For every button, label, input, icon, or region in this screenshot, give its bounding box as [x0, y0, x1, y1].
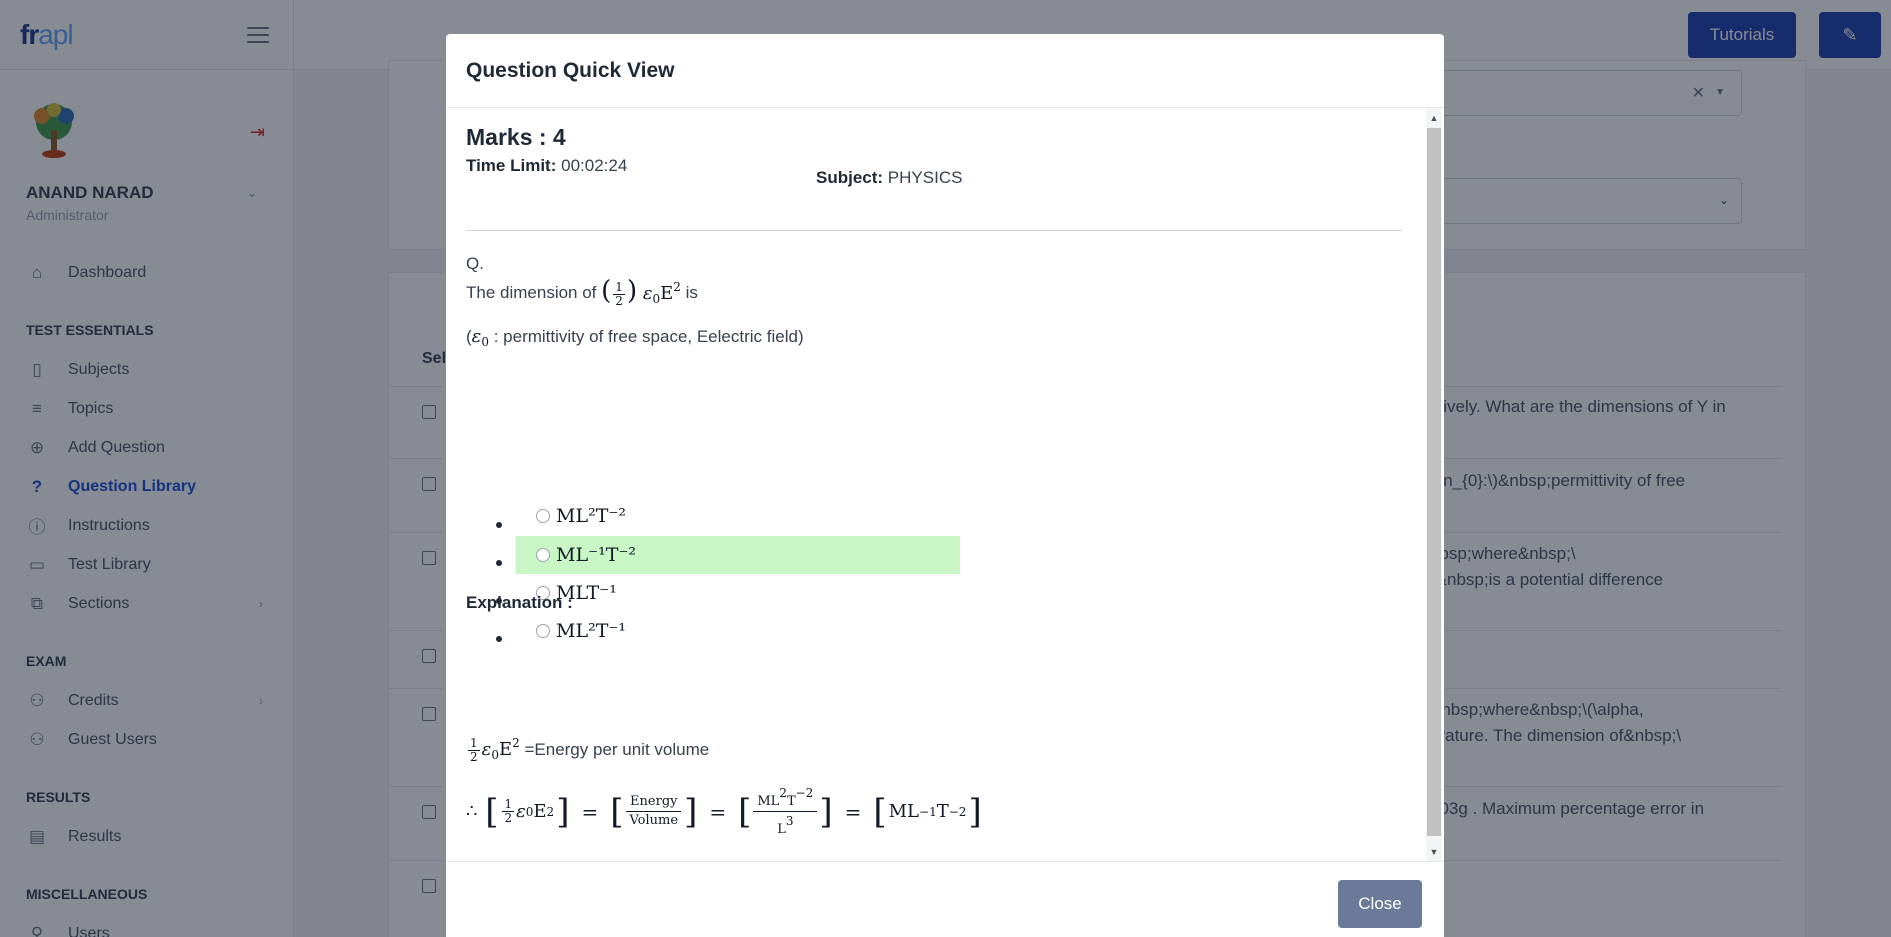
modal-title: Question Quick View — [466, 58, 675, 82]
subject-label: Subject: — [816, 168, 884, 187]
option-4[interactable]: ML²T⁻¹ — [516, 612, 960, 650]
modal-scrollbar[interactable]: ▲ ▼ — [1426, 108, 1442, 861]
question-formula: (1 2) ε0E2 — [601, 276, 681, 308]
modal-header: Question Quick View — [446, 34, 1444, 108]
epsilon-symbol: ε0 — [471, 326, 489, 349]
close-button[interactable]: Close — [1338, 880, 1422, 928]
time-limit-value: 00:02:24 — [561, 156, 628, 175]
explanation-line-2: ∴ [1 2 ε 0 E 2] = [Energy Volume] = [ML2T−2 L3]… — [466, 784, 982, 839]
modal-footer: Close — [446, 862, 1444, 937]
bullet — [496, 636, 502, 642]
fraction-denominator: Volume — [629, 813, 679, 828]
option-3[interactable]: MLT⁻¹ — [516, 574, 960, 612]
option-text: ML⁻¹T⁻² — [556, 544, 637, 566]
modal-body[interactable]: Marks : 4 Time Limit: 00:02:24 Subject: … — [446, 108, 1444, 862]
option-2-correct[interactable]: ML⁻¹T⁻² — [516, 536, 960, 574]
radio-button[interactable] — [536, 548, 550, 562]
explanation-line-1-text: =Energy per unit volume — [524, 739, 710, 759]
marks: Marks : 4 — [466, 124, 566, 150]
bullet — [496, 522, 502, 528]
divider — [466, 230, 1402, 231]
question-suffix: is — [685, 282, 698, 302]
scrollbar-thumb[interactable] — [1427, 128, 1441, 836]
bracket: [ — [485, 791, 499, 832]
subject-value: PHYSICS — [887, 168, 963, 187]
question-text: The dimension of (1 2) ε0E2 is — [466, 278, 698, 308]
scroll-down-arrow-icon[interactable]: ▼ — [1426, 844, 1442, 860]
time-limit: Time Limit: 00:02:24 — [466, 156, 627, 176]
note-text: : permittivity of free space, Eelectric … — [493, 327, 804, 346]
bullet — [496, 560, 502, 566]
time-limit-label: Time Limit: — [466, 156, 557, 175]
question-label: Q. — [466, 254, 484, 273]
option-text: ML²T⁻² — [556, 505, 627, 527]
scroll-up-arrow-icon[interactable]: ▲ — [1426, 110, 1442, 126]
explanation-line-1: 1 2 ε0E2 =Energy per unit volume — [466, 736, 709, 764]
option-1[interactable]: ML²T⁻² — [516, 497, 960, 535]
fraction-numerator: Energy — [626, 793, 682, 812]
question-quick-view-modal: Question Quick View Marks : 4 Time Limit… — [446, 34, 1444, 937]
explanation-label: Explanation : — [466, 593, 573, 612]
radio-button[interactable] — [536, 509, 550, 523]
dimension-fraction: ML2T−2 L3 — [753, 784, 818, 839]
explanation-formula-1: 1 2 ε0E2 — [468, 735, 520, 764]
energy-volume-fraction: Energy Volume — [625, 793, 682, 830]
subject: Subject: PHYSICS — [816, 168, 962, 188]
option-text: ML²T⁻¹ — [556, 620, 627, 642]
question-prefix: The dimension of — [466, 282, 597, 302]
question-note: (ε0 : permittivity of free space, Eelect… — [466, 326, 804, 349]
radio-button[interactable] — [536, 624, 550, 638]
therefore-symbol: ∴ — [466, 801, 478, 822]
